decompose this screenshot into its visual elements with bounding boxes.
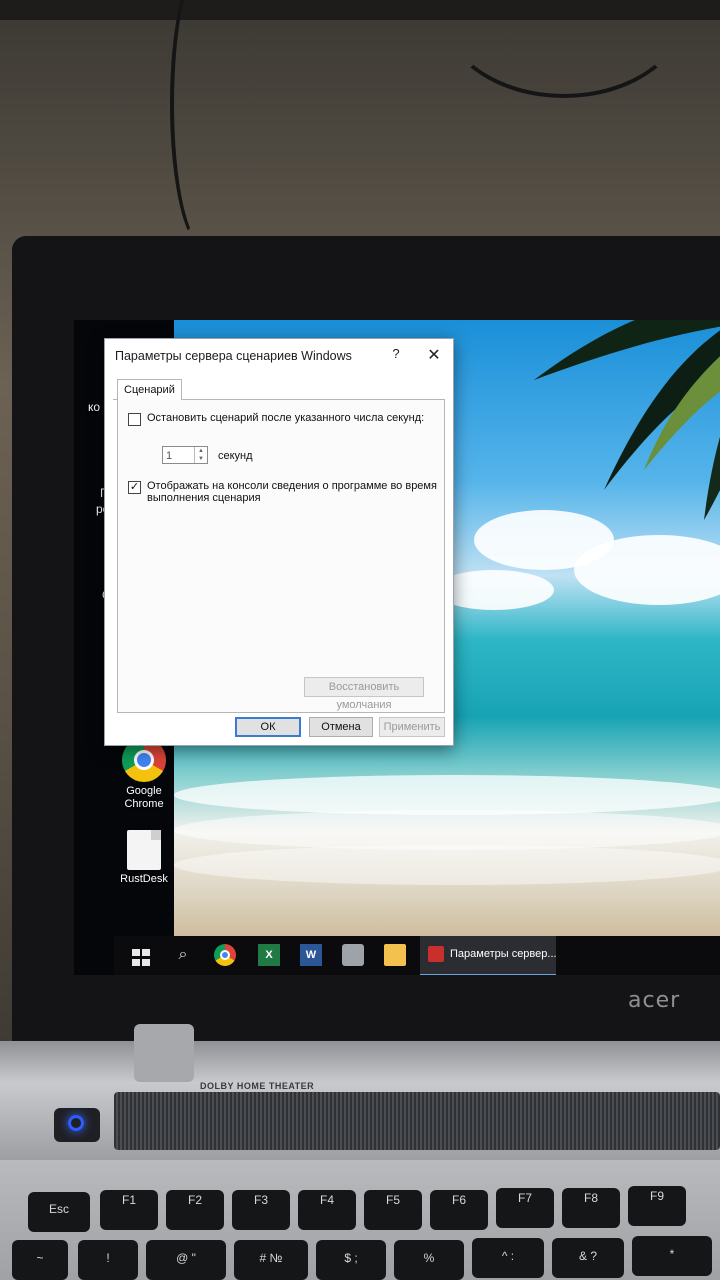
wsh-settings-dialog: Параметры сервера сценариев Windows ? ✕ … — [104, 338, 454, 746]
key-f7[interactable]: F7 — [496, 1188, 554, 1228]
key-2[interactable]: @ " — [146, 1240, 226, 1280]
cancel-button[interactable]: Отмена — [309, 717, 373, 737]
file-icon — [127, 830, 161, 870]
start-tile — [142, 949, 150, 956]
windows-start-icon[interactable] — [132, 949, 150, 967]
show-logo-label-line2: выполнения сценария — [147, 492, 261, 504]
partial-icon-label: ко — [88, 400, 101, 414]
palm-leaves — [534, 320, 720, 520]
start-tile — [132, 959, 140, 966]
power-icon — [68, 1115, 84, 1131]
hinge-bump — [134, 1024, 194, 1082]
ok-button[interactable]: ОК — [235, 717, 301, 737]
wave — [174, 775, 720, 815]
start-tile — [132, 949, 140, 956]
desktop-icon-label: RustDesk — [120, 873, 168, 885]
key-3[interactable]: # № — [234, 1240, 308, 1280]
power-button[interactable] — [54, 1108, 100, 1142]
tab-bar: Сценарий — [113, 379, 445, 401]
keyboard: Esc F1 F2 F3 F4 F5 F6 F7 F8 F9 ~ ! @ " #… — [0, 1160, 720, 1280]
script-host-icon — [428, 946, 444, 962]
restore-defaults-button[interactable]: Восстановить умолчания — [304, 677, 424, 711]
key-f3[interactable]: F3 — [232, 1190, 290, 1230]
speaker-grille — [114, 1092, 720, 1150]
stop-after-checkbox[interactable] — [128, 413, 141, 426]
apply-button[interactable]: Применить — [379, 717, 445, 737]
key-5[interactable]: % — [394, 1240, 464, 1280]
key-6[interactable]: ^ : — [472, 1238, 544, 1278]
tab-panel: Остановить сценарий после указанного чис… — [117, 400, 445, 713]
chrome-icon[interactable] — [214, 944, 236, 966]
key-esc[interactable]: Esc — [28, 1192, 90, 1232]
key-f1[interactable]: F1 — [100, 1190, 158, 1230]
tab-script[interactable]: Сценарий — [117, 379, 182, 401]
close-button[interactable]: ✕ — [423, 345, 445, 365]
taskbar-active-window[interactable]: Параметры сервер... — [420, 936, 557, 975]
cable — [170, 0, 238, 248]
show-logo-checkbox[interactable]: ✓ — [128, 481, 141, 494]
spin-arrows[interactable]: ▲ ▼ — [194, 447, 207, 463]
start-tile — [142, 959, 150, 966]
laptop-screen: ко П ро От С П М Google Chrome RustDesk … — [74, 320, 720, 975]
key-f4[interactable]: F4 — [298, 1190, 356, 1230]
key-tilde[interactable]: ~ — [12, 1240, 68, 1280]
word-icon[interactable]: W — [300, 944, 322, 966]
seconds-value: 1 — [166, 450, 173, 462]
seconds-spinbox[interactable]: 1 ▲ ▼ — [162, 446, 208, 464]
taskbar: ⌕ X W Параметры сервер... — [114, 936, 720, 975]
desktop-icon-label: Google — [126, 785, 162, 797]
wave — [174, 845, 720, 885]
key-f8[interactable]: F8 — [562, 1188, 620, 1228]
key-f5[interactable]: F5 — [364, 1190, 422, 1230]
dialog-title: Параметры сервера сценариев Windows — [115, 349, 352, 363]
taskbar-window-label: Параметры сервер... — [450, 948, 557, 960]
desktop-icon-label: Chrome — [124, 798, 164, 810]
stop-after-label: Остановить сценарий после указанного чис… — [147, 412, 425, 424]
cable — [440, 0, 688, 98]
excel-icon[interactable]: X — [258, 944, 280, 966]
search-icon[interactable]: ⌕ — [172, 944, 194, 966]
printer-icon[interactable] — [342, 944, 364, 966]
key-4[interactable]: $ ; — [316, 1240, 386, 1280]
key-7[interactable]: & ? — [552, 1238, 624, 1278]
key-f9[interactable]: F9 — [628, 1186, 686, 1226]
key-8[interactable]: * — [632, 1236, 712, 1276]
stop-after-row: Остановить сценарий после указанного чис… — [128, 412, 424, 426]
key-f6[interactable]: F6 — [430, 1190, 488, 1230]
desktop-icon-rustdesk[interactable]: RustDesk — [114, 830, 174, 886]
show-logo-row: ✓ Отображать на консоли сведения о прогр… — [128, 480, 437, 504]
key-f2[interactable]: F2 — [166, 1190, 224, 1230]
dolby-label: DOLBY HOME THEATER — [200, 1081, 315, 1091]
seconds-unit-label: секунд — [218, 450, 253, 462]
desktop-icon-google-chrome[interactable]: Google Chrome — [114, 738, 174, 811]
brand-logo: acer — [628, 988, 681, 1013]
folder-icon[interactable] — [384, 944, 406, 966]
show-logo-label-line1: Отображать на консоли сведения о програм… — [147, 480, 437, 492]
show-logo-label: Отображать на консоли сведения о програм… — [147, 480, 437, 504]
key-1[interactable]: ! — [78, 1240, 138, 1280]
help-button[interactable]: ? — [385, 346, 407, 366]
wave — [174, 810, 720, 850]
